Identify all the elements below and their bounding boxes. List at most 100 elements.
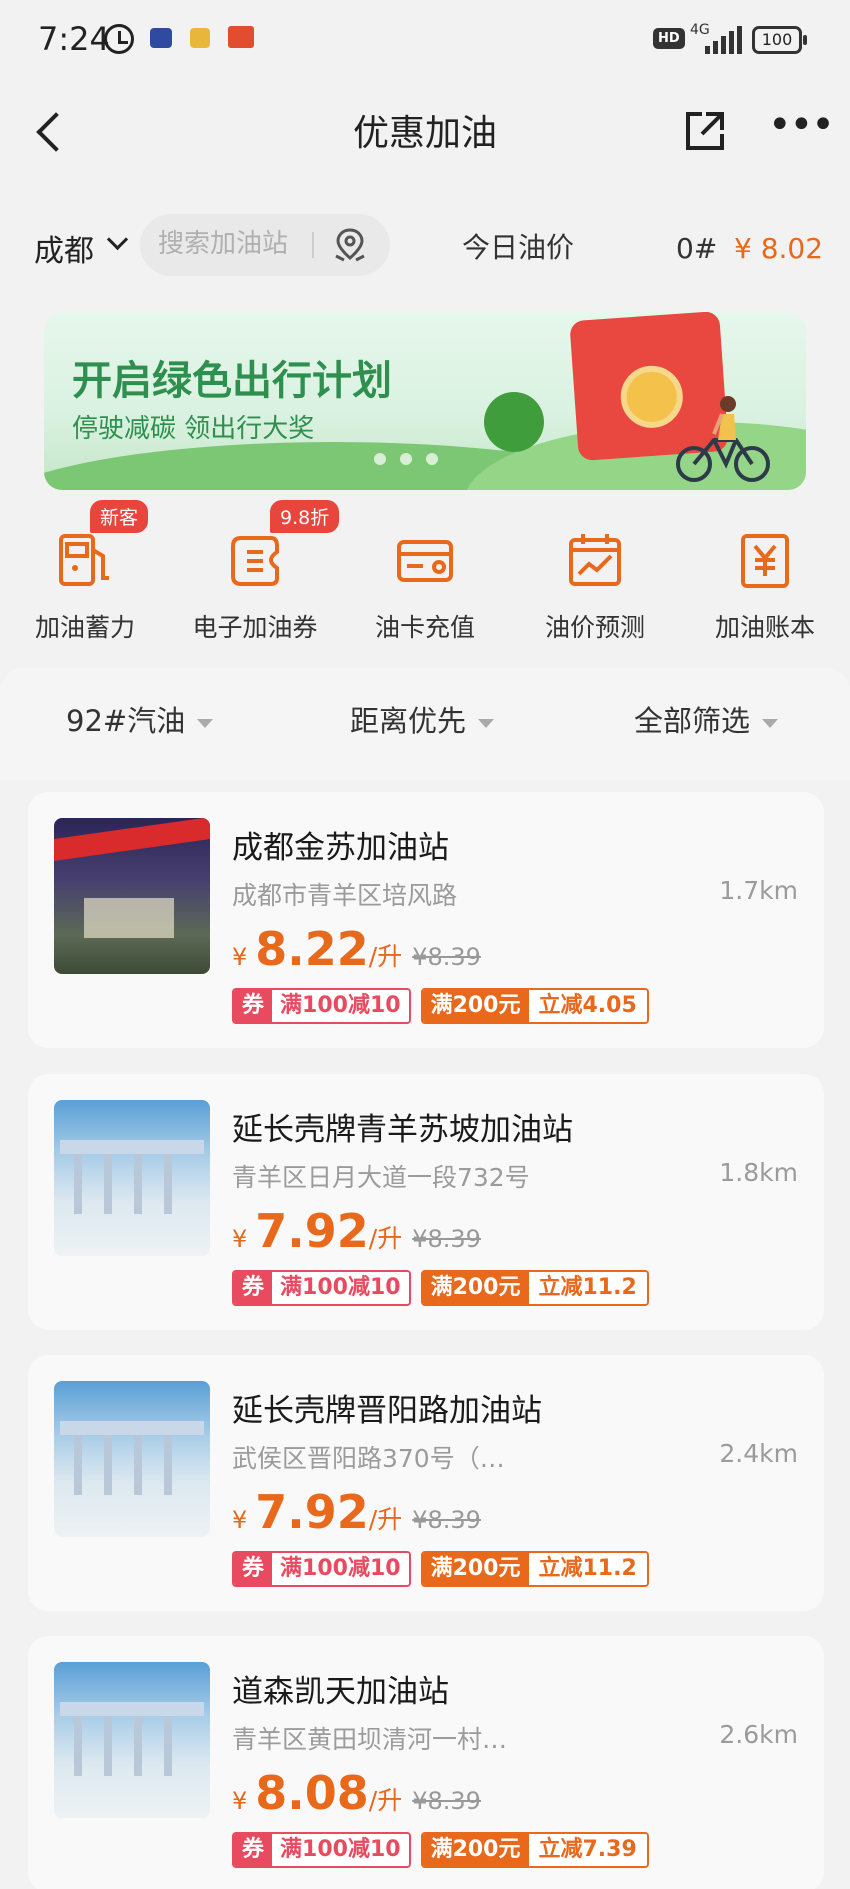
station-distance: 1.7km bbox=[719, 876, 798, 905]
original-price: ¥8.39 bbox=[412, 1506, 481, 1534]
fuel-type-label: 92#汽油 bbox=[66, 704, 186, 738]
station-photo bbox=[54, 1662, 210, 1818]
quick-entry-label: 油卡充值 bbox=[374, 613, 475, 642]
banner-subtitle: 停驶减碳 领出行大奖 bbox=[72, 414, 315, 444]
original-price: ¥8.39 bbox=[412, 1225, 481, 1253]
new-user-badge: 新客 bbox=[90, 500, 149, 533]
original-price: ¥8.39 bbox=[412, 1787, 481, 1815]
promo-banner[interactable]: 开启绿色出行计划 停驶减碳 领出行大奖 bbox=[44, 312, 806, 490]
tree-icon bbox=[484, 392, 544, 452]
hd-badge: HD bbox=[653, 28, 685, 49]
quick-entry-ledger[interactable]: 加油账本 bbox=[680, 520, 850, 642]
price-unit: /升 bbox=[368, 942, 403, 971]
caret-down-icon bbox=[197, 718, 214, 728]
station-address: 成都市青羊区培风路 bbox=[232, 881, 458, 910]
quick-entry-card-recharge[interactable]: 油卡充值 bbox=[340, 520, 510, 642]
caret-down-icon bbox=[762, 718, 779, 728]
sort-label: 距离优先 bbox=[350, 704, 467, 738]
share-icon[interactable] bbox=[680, 108, 730, 154]
station-distance: 2.6km bbox=[719, 1720, 798, 1749]
price-row: ¥7.92/升 ¥8.39 bbox=[232, 1204, 481, 1258]
chevron-down-icon[interactable] bbox=[108, 232, 126, 250]
quick-entry-label: 加油账本 bbox=[714, 613, 815, 642]
station-photo bbox=[54, 1381, 210, 1537]
station-address: 青羊区黄田坝清河一村… bbox=[232, 1725, 508, 1754]
station-price: 8.22 bbox=[255, 922, 369, 976]
search-input[interactable] bbox=[158, 226, 308, 262]
price-unit: /升 bbox=[368, 1224, 403, 1253]
oil-price: ¥ 8.02 bbox=[734, 232, 824, 265]
station-name: 延长壳牌晋阳路加油站 bbox=[232, 1393, 542, 1429]
filter-label: 全部筛选 bbox=[634, 704, 751, 738]
price-unit: /升 bbox=[368, 1505, 403, 1534]
station-name: 成都金苏加油站 bbox=[232, 830, 449, 866]
promo-tags: 券满100减10 满200元 立减11.2 bbox=[232, 1270, 649, 1306]
filter-bar: 92#汽油 距离优先 全部筛选 bbox=[0, 668, 850, 780]
station-card[interactable]: 延长壳牌晋阳路加油站 武侯区晋阳路370号（… 2.4km ¥7.92/升 ¥8.… bbox=[28, 1355, 824, 1611]
station-photo bbox=[54, 1100, 210, 1256]
price-row: ¥8.08/升 ¥8.39 bbox=[232, 1766, 481, 1820]
price-row: ¥7.92/升 ¥8.39 bbox=[232, 1485, 481, 1539]
currency-symbol: ¥ bbox=[232, 943, 248, 971]
card-icon bbox=[395, 530, 455, 590]
discount-badge: 9.8折 bbox=[270, 500, 340, 533]
search-box[interactable] bbox=[140, 214, 390, 276]
discount-tag: 满200元 立减11.2 bbox=[420, 1551, 649, 1587]
coupon-icon bbox=[225, 530, 285, 590]
coupon-tag: 券满100减10 bbox=[232, 988, 411, 1024]
caret-down-icon bbox=[478, 718, 495, 728]
quick-entry-label: 电子加油券 bbox=[192, 613, 318, 642]
discount-tag: 满200元 立减7.39 bbox=[420, 1832, 649, 1868]
oil-grade: 0# bbox=[676, 232, 718, 265]
fuel-pump-icon bbox=[55, 530, 115, 590]
status-bar: 7:24 HD 4G 100 bbox=[0, 0, 850, 84]
station-distance: 1.8km bbox=[719, 1158, 798, 1187]
quick-entries: 新客 加油蓄力 9.8折 电子加油券 油卡充值 油价预测 加油账本 bbox=[0, 500, 850, 642]
station-card[interactable]: 延长壳牌青羊苏坡加油站 青羊区日月大道一段732号 1.8km ¥7.92/升 ¥… bbox=[28, 1074, 824, 1330]
today-price-label[interactable]: 今日油价 bbox=[462, 226, 574, 266]
station-card[interactable]: 成都金苏加油站 成都市青羊区培风路 1.7km ¥8.22/升 ¥8.39 券满1… bbox=[28, 792, 824, 1048]
fuel-type-filter[interactable]: 92#汽油 bbox=[66, 698, 214, 740]
coupon-tag: 券满100减10 bbox=[232, 1270, 411, 1306]
promo-tags: 券满100减10 满200元 立减7.39 bbox=[232, 1832, 649, 1868]
station-address: 青羊区日月大道一段732号 bbox=[232, 1163, 530, 1192]
all-filter[interactable]: 全部筛选 bbox=[634, 698, 779, 740]
coupon-tag: 券满100减10 bbox=[232, 1832, 411, 1868]
currency-symbol: ¥ bbox=[232, 1225, 248, 1253]
currency-symbol: ¥ bbox=[232, 1787, 248, 1815]
promo-tags: 券满100减10 满200元 立减4.05 bbox=[232, 988, 649, 1024]
notification-icon bbox=[190, 28, 210, 48]
quick-entry-label: 加油蓄力 bbox=[34, 613, 135, 642]
discount-tag: 满200元 立减4.05 bbox=[420, 988, 649, 1024]
quick-entry-label: 油价预测 bbox=[544, 613, 645, 642]
alarm-icon bbox=[104, 24, 134, 54]
quick-entry-coupon[interactable]: 9.8折 电子加油券 bbox=[170, 500, 340, 642]
chart-calendar-icon bbox=[565, 530, 625, 590]
more-icon[interactable]: ••• bbox=[768, 105, 835, 150]
quick-entry-fuel-boost[interactable]: 新客 加油蓄力 bbox=[0, 500, 170, 642]
signal-icon bbox=[705, 26, 742, 54]
back-icon[interactable] bbox=[30, 112, 70, 152]
price-row: ¥8.22/升 ¥8.39 bbox=[232, 922, 481, 976]
currency-symbol: ¥ bbox=[232, 1506, 248, 1534]
title-bar: 优惠加油 ••• bbox=[0, 90, 850, 170]
banner-pager bbox=[374, 450, 452, 469]
promo-tags: 券满100减10 满200元 立减11.2 bbox=[232, 1551, 649, 1587]
search-divider bbox=[312, 232, 314, 258]
location-icon[interactable] bbox=[330, 226, 370, 264]
banner-title: 开启绿色出行计划 bbox=[72, 358, 392, 404]
station-name: 延长壳牌青羊苏坡加油站 bbox=[232, 1112, 573, 1148]
notification-icon bbox=[150, 28, 172, 48]
battery-icon: 100 bbox=[752, 26, 807, 54]
sort-filter[interactable]: 距离优先 bbox=[350, 698, 495, 740]
city-selector[interactable]: 成都 bbox=[34, 226, 94, 270]
station-name: 道森凯天加油站 bbox=[232, 1674, 449, 1710]
station-price: 7.92 bbox=[255, 1204, 369, 1258]
station-photo bbox=[54, 818, 210, 974]
quick-entry-price-forecast[interactable]: 油价预测 bbox=[510, 520, 680, 642]
station-price: 7.92 bbox=[255, 1485, 369, 1539]
station-price: 8.08 bbox=[255, 1766, 369, 1820]
station-card[interactable]: 道森凯天加油站 青羊区黄田坝清河一村… 2.6km ¥8.08/升 ¥8.39 券… bbox=[28, 1636, 824, 1889]
station-address: 武侯区晋阳路370号（… bbox=[232, 1444, 505, 1473]
cyclist-icon bbox=[674, 394, 774, 484]
